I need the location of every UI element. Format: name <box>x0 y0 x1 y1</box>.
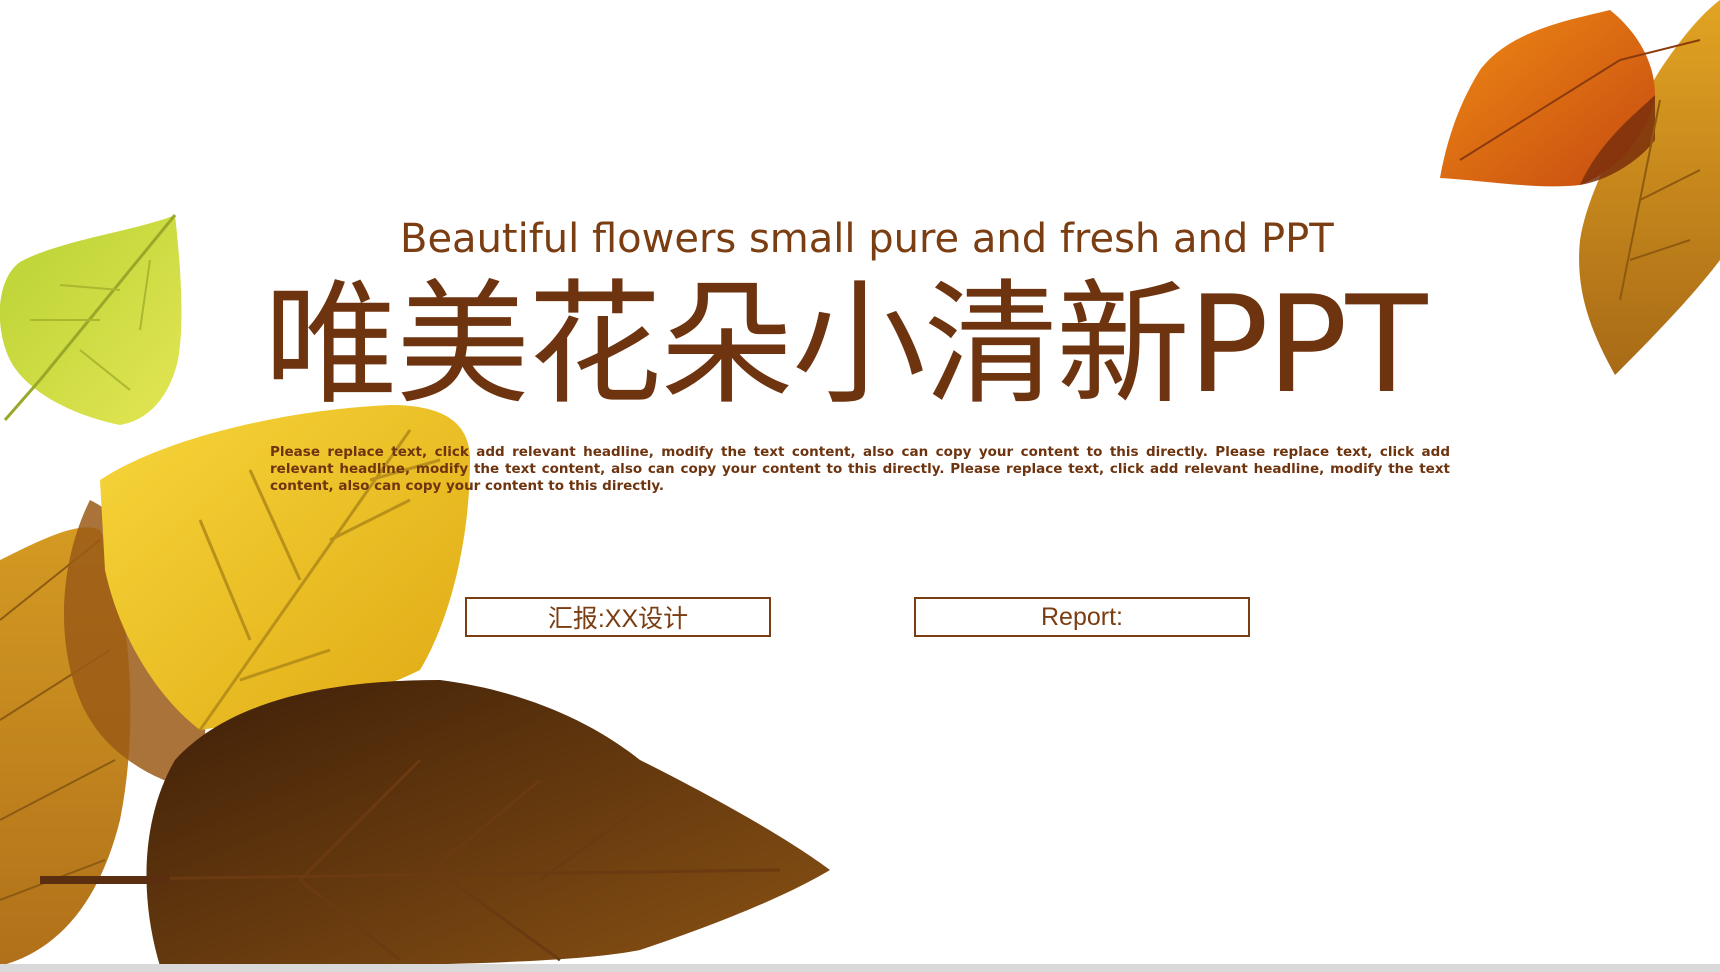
orange-leaf-icon <box>1440 0 1720 375</box>
reporter-label-box[interactable]: 汇报:XX设计 <box>465 597 771 637</box>
slide-body-text: Please replace text, click add relevant … <box>270 444 1450 494</box>
reporter-label: 汇报:XX设计 <box>547 605 689 633</box>
slide-title: 唯美花朵小清新PPT <box>264 267 1427 423</box>
report-label-box[interactable]: Report: <box>914 597 1250 637</box>
green-leaf-icon <box>0 214 182 425</box>
bottom-scrollbar <box>0 964 1720 972</box>
report-label: Report: <box>1041 602 1123 631</box>
slide-subtitle: Beautiful flowers small pure and fresh a… <box>400 216 1334 262</box>
slide-canvas: Beautiful flowers small pure and fresh a… <box>0 0 1720 966</box>
